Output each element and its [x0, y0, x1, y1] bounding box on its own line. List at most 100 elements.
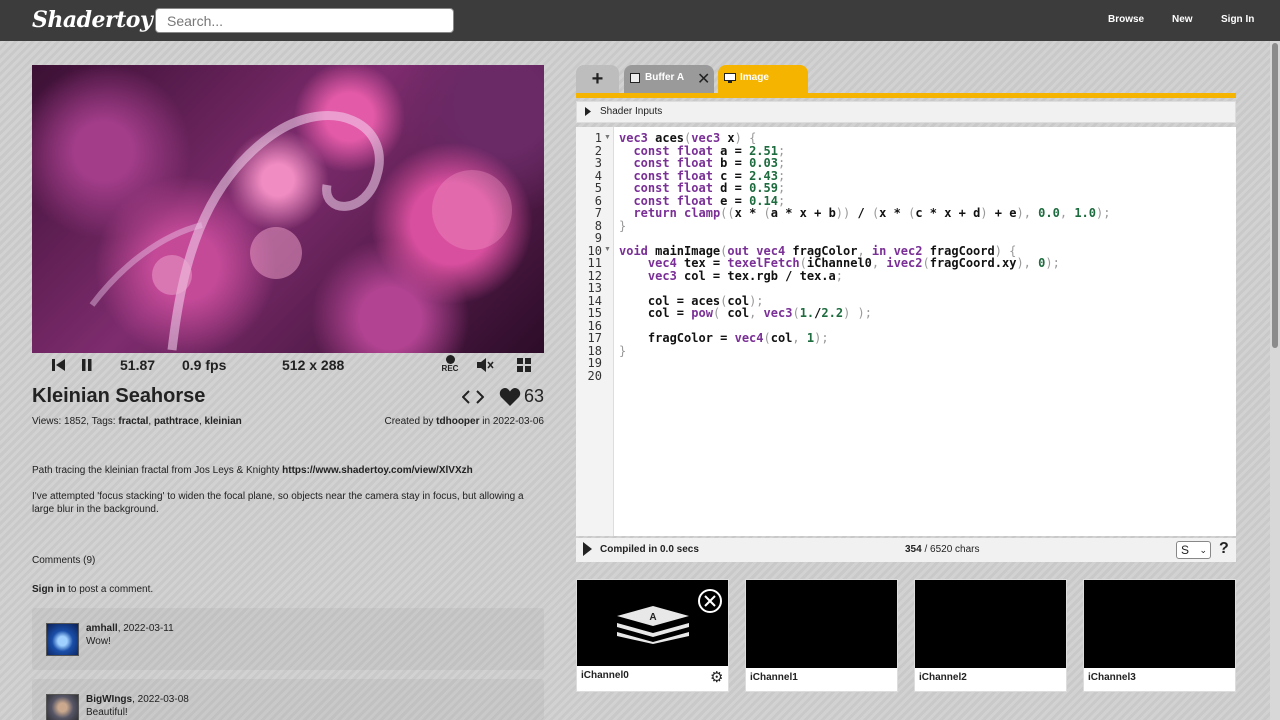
comment-text: Beautiful!	[86, 707, 128, 718]
fullscreen-icon[interactable]	[517, 358, 531, 375]
signin-link[interactable]: Sign in	[32, 584, 65, 595]
created-info: Created by tdhooper in 2022-03-06	[384, 416, 544, 427]
line-number: 3	[594, 156, 602, 170]
author-link[interactable]: tdhooper	[436, 416, 479, 427]
channel-3[interactable]: iChannel3	[1083, 579, 1236, 692]
tag-pathtrace[interactable]: pathtrace	[154, 416, 199, 427]
channel-0[interactable]: A iChannel0 ⚙	[576, 579, 729, 692]
line-number: 9	[594, 231, 602, 245]
player-controls: 51.87 0.9 fps 512 x 288 REC	[32, 353, 544, 377]
nav-new[interactable]: New	[1172, 14, 1193, 25]
close-icon[interactable]: ✕	[697, 69, 710, 89]
shader-canvas[interactable]	[32, 65, 544, 353]
char-count: 354 / 6520 chars	[905, 544, 980, 555]
buffer-icon	[630, 73, 640, 83]
code-text[interactable]: vec3 aces(vec3 x) { const float a = 2.51…	[619, 132, 1110, 357]
active-tab-underline	[576, 93, 1236, 98]
tag-fractal[interactable]: fractal	[118, 416, 148, 427]
views-label: Views: 1852, Tags:	[32, 416, 116, 427]
line-number: 5	[594, 181, 602, 195]
shader-inputs-label: Shader Inputs	[600, 106, 663, 117]
avatar[interactable]	[46, 694, 79, 720]
signin-prompt: Sign in to post a comment.	[32, 584, 153, 595]
channel-label: iChannel2	[919, 672, 967, 683]
channel-1[interactable]: iChannel1	[745, 579, 898, 692]
comment-date: , 2022-03-08	[132, 694, 189, 705]
help-icon[interactable]: ?	[1219, 540, 1229, 558]
channel-preview	[1084, 580, 1235, 668]
play-compile-icon[interactable]	[583, 542, 592, 559]
comment-header: BigWIngs, 2022-03-08	[86, 694, 189, 705]
line-number: 17	[587, 331, 602, 345]
time-readout: 51.87	[120, 357, 156, 373]
shadertoy-logo[interactable]: Shadertoy	[32, 7, 153, 33]
fold-icon[interactable]: ▼	[604, 246, 611, 253]
line-number: 20	[587, 368, 602, 383]
font-size-value: S	[1181, 543, 1190, 557]
tab-image[interactable]: Image	[718, 65, 808, 93]
chars-used: 354	[905, 544, 922, 555]
line-number: 15	[587, 306, 602, 320]
code-view-icon[interactable]	[461, 389, 485, 408]
record-icon	[445, 355, 455, 364]
compile-status: Compiled in 0.0 secs	[600, 544, 699, 555]
search-input[interactable]	[155, 8, 454, 33]
comment-user[interactable]: amhall	[86, 623, 118, 634]
channel-preview: A	[577, 580, 728, 666]
description-link[interactable]: https://www.shadertoy.com/view/XlVXzh	[282, 465, 473, 476]
comment-item: BigWIngs, 2022-03-08 Beautiful!	[32, 679, 544, 720]
tab-label: Buffer A	[645, 72, 685, 83]
comment-item: amhall, 2022-03-11 Wow!	[32, 608, 544, 670]
rewind-icon[interactable]	[52, 358, 66, 375]
resolution-readout: 512 x 288	[282, 357, 345, 373]
editor-status-bar: Compiled in 0.0 secs 354 / 6520 chars S …	[576, 538, 1236, 562]
channel-preview	[746, 580, 897, 668]
channel-label: iChannel3	[1088, 672, 1136, 683]
channel-label: iChannel0	[581, 670, 629, 681]
add-tab-button[interactable]: +	[576, 65, 619, 93]
comment-text: Wow!	[86, 636, 111, 647]
fold-icon[interactable]: ▼	[604, 134, 611, 141]
description-text: Path tracing the kleinian fractal from J…	[32, 465, 280, 476]
gear-icon[interactable]: ⚙	[710, 668, 723, 686]
monitor-icon	[724, 73, 736, 83]
page-scrollbar-thumb[interactable]	[1272, 43, 1278, 348]
pause-icon[interactable]	[81, 358, 93, 375]
heart-icon[interactable]	[499, 387, 521, 410]
channel-label: iChannel1	[750, 672, 798, 683]
channel-2[interactable]: iChannel2	[914, 579, 1067, 692]
tab-buffer-a[interactable]: Buffer A ✕	[624, 65, 714, 93]
tag-kleinian[interactable]: kleinian	[205, 416, 242, 427]
svg-text:A: A	[649, 612, 656, 623]
avatar[interactable]	[46, 623, 79, 656]
shader-meta: Views: 1852, Tags: fractal, pathtrace, k…	[32, 416, 242, 427]
nav-sign-in[interactable]: Sign In	[1221, 14, 1254, 25]
fps-readout: 0.9 fps	[182, 357, 227, 373]
comment-user[interactable]: BigWIngs	[86, 694, 132, 705]
created-date: in 2022-03-06	[482, 416, 544, 427]
line-number: 1	[594, 131, 602, 145]
signin-text: to post a comment.	[68, 584, 154, 595]
shader-title: Kleinian Seahorse	[32, 385, 206, 407]
line-number: 19	[587, 356, 602, 370]
mute-icon[interactable]	[476, 357, 494, 376]
font-size-select[interactable]: S ⌄	[1176, 541, 1211, 559]
fractal-overlay	[89, 111, 512, 351]
top-bar: Shadertoy Browse New Sign In	[0, 0, 1280, 41]
expand-icon	[585, 107, 591, 119]
line-number: 13	[587, 281, 602, 295]
line-number: 7	[594, 206, 602, 220]
shader-inputs-toggle[interactable]: Shader Inputs	[576, 101, 1236, 123]
record-label: REC	[441, 364, 459, 373]
comments-header: Comments (9)	[32, 555, 96, 566]
code-editor[interactable]: 1 2 3 4 5 6 7 8 9 10 11 12 13 14 15 16 17 18 19 20 ▼ ▼ vec3…	[576, 127, 1236, 536]
nav-browse[interactable]: Browse	[1108, 14, 1144, 25]
description-line-2: I've attempted 'focus stacking' to widen…	[32, 491, 524, 515]
record-button[interactable]: REC	[440, 355, 460, 373]
comment-date: , 2022-03-11	[117, 623, 174, 634]
created-prefix: Created by	[384, 416, 434, 427]
chars-total: / 6520 chars	[921, 544, 980, 555]
likes-count: 63	[524, 386, 545, 406]
close-channel-icon[interactable]	[697, 588, 723, 614]
tab-label: Image	[740, 72, 769, 83]
